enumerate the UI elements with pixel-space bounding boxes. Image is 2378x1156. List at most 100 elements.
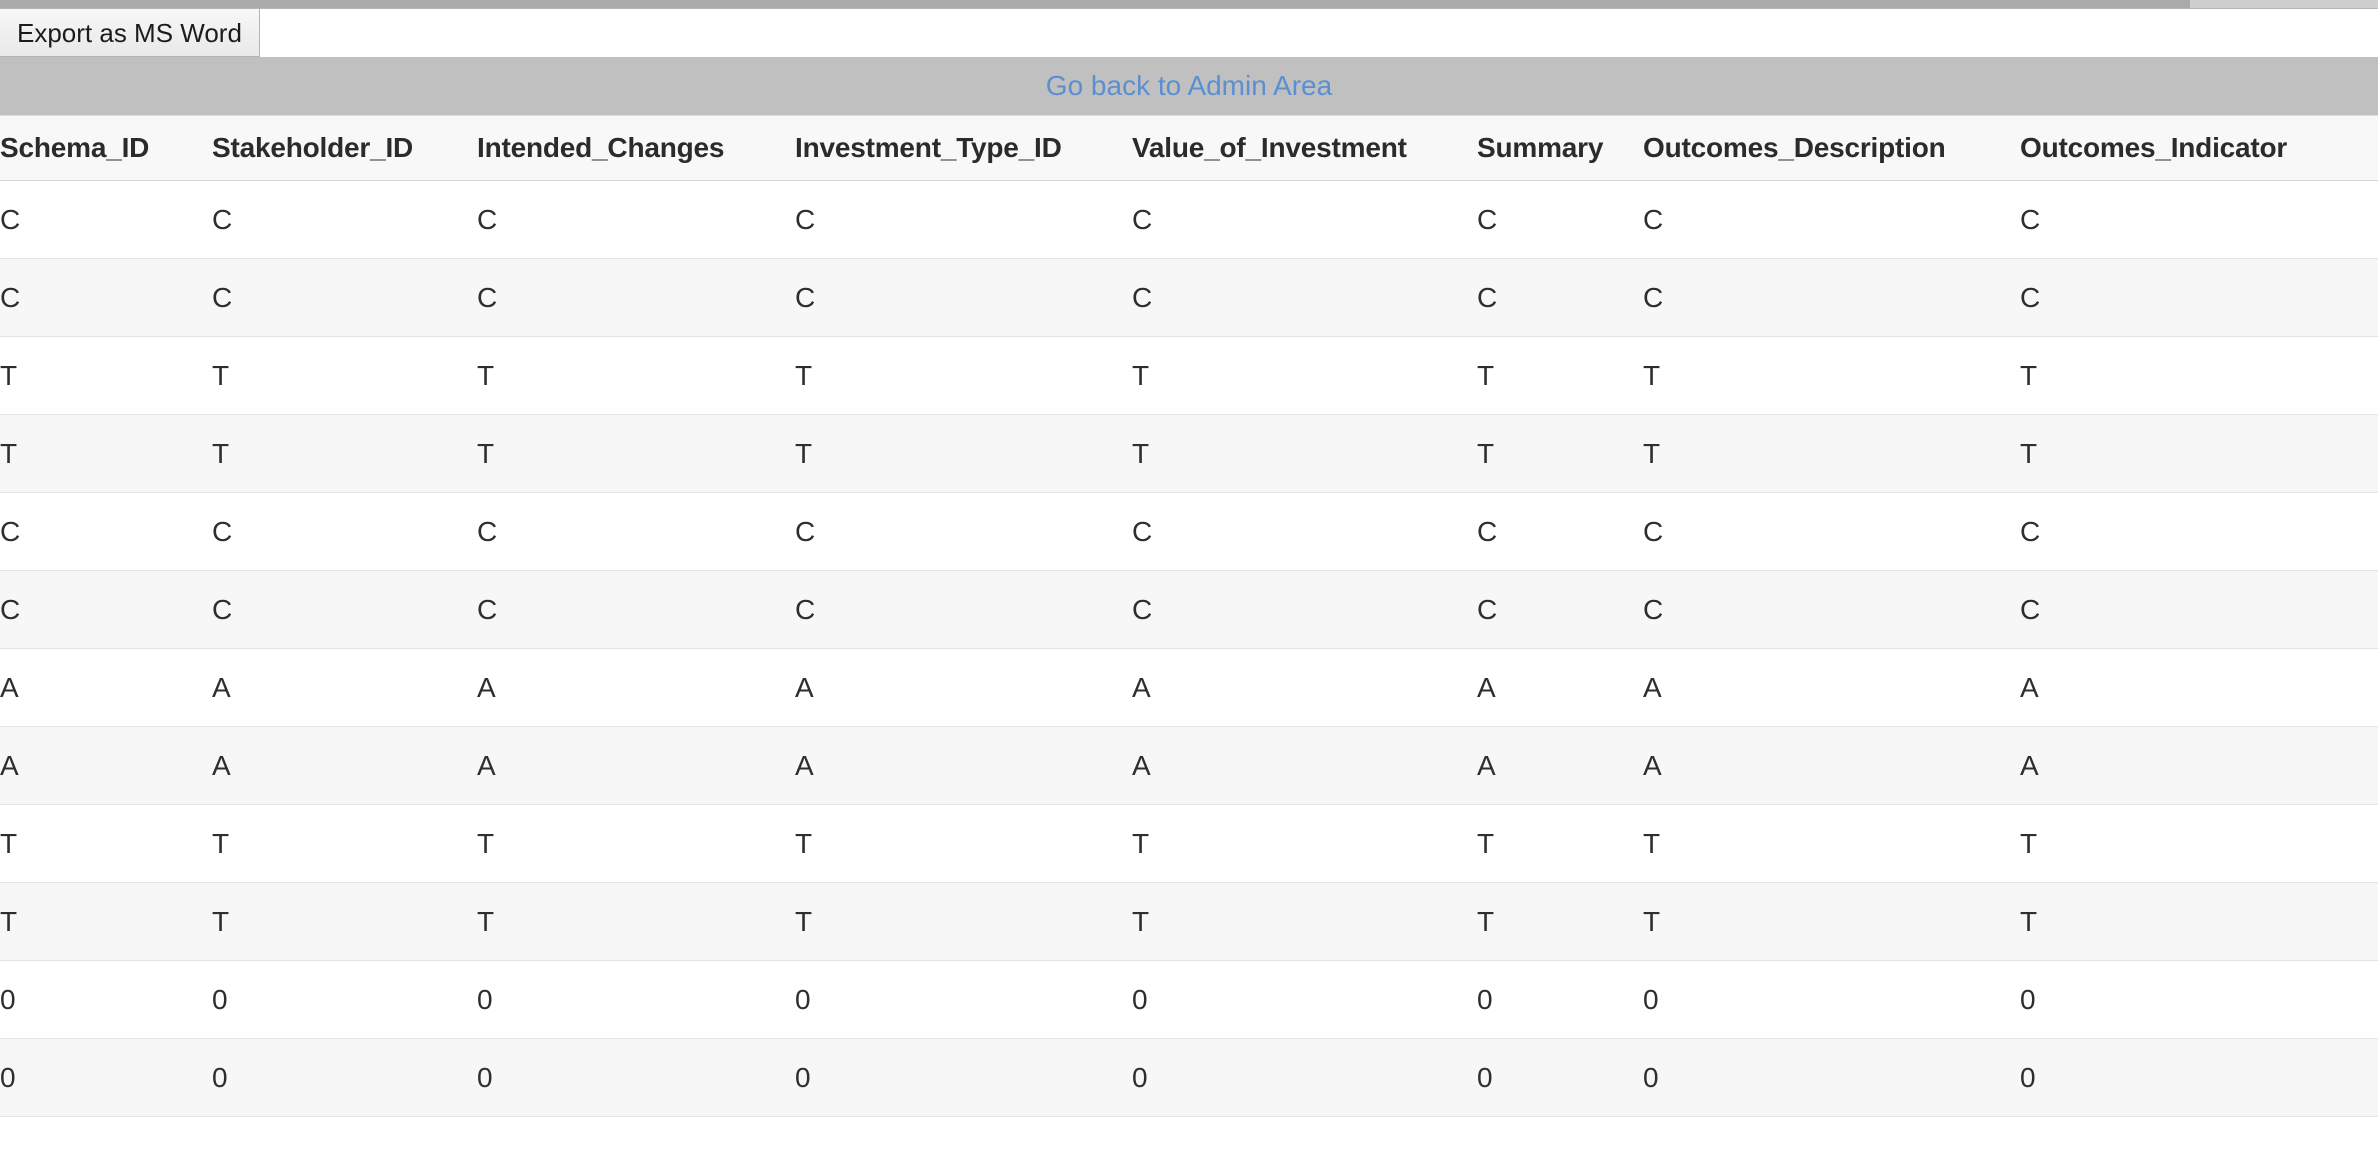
table-cell: T — [212, 437, 230, 469]
column-header-value-of-investment[interactable]: Value_of_Investment — [1132, 116, 1477, 181]
table-cell: A — [212, 749, 231, 781]
table-cell: T — [2020, 905, 2038, 937]
table-row[interactable]: AAAAAAAA — [0, 726, 2378, 805]
horizontal-scrollbar-thumb[interactable] — [0, 0, 2190, 8]
table-cell: A — [1132, 749, 1151, 781]
table-row[interactable]: AAAAAAAA — [0, 648, 2378, 727]
table-cell: C — [477, 515, 498, 547]
export-as-ms-word-button[interactable]: Export as MS Word — [0, 9, 260, 57]
table-row[interactable]: TTTTTTTT — [0, 336, 2378, 415]
table-cell: T — [1132, 905, 1150, 937]
column-header-investment-type-id[interactable]: Investment_Type_ID — [795, 116, 1132, 181]
table-cell: T — [1132, 827, 1150, 859]
table-cell: A — [2020, 749, 2039, 781]
table-cell: T — [1477, 359, 1495, 391]
table-cell: T — [477, 827, 495, 859]
table-cell: 0 — [1132, 983, 1148, 1015]
table-cell: C — [0, 281, 21, 313]
table-cell: A — [1477, 749, 1496, 781]
table-cell: T — [1643, 827, 1661, 859]
toolbar: Export as MS Word — [0, 9, 2378, 57]
table-row[interactable]: 0 0 0 0 0 0 0 0 — [0, 960, 2378, 1039]
table-cell: A — [477, 749, 496, 781]
table-cell: C — [1643, 515, 1664, 547]
table-cell: C — [1477, 203, 1498, 235]
table-cell: T — [212, 905, 230, 937]
table-row[interactable]: TTTTTTTT — [0, 882, 2378, 961]
table-cell: T — [1643, 905, 1661, 937]
table-cell: A — [1643, 671, 1662, 703]
table-cell: 0 — [212, 1061, 228, 1093]
table-cell: C — [795, 281, 816, 313]
table-cell: T — [212, 359, 230, 391]
table-cell: C — [477, 593, 498, 625]
table-cell: C — [1477, 281, 1498, 313]
table-cell: A — [795, 671, 814, 703]
table-cell: C — [212, 515, 233, 547]
table-cell: C — [1132, 593, 1153, 625]
table-cell: C — [795, 515, 816, 547]
table-cell: C — [2020, 281, 2041, 313]
table-cell: T — [2020, 827, 2038, 859]
table-row[interactable]: TTTTTTTT — [0, 804, 2378, 883]
column-header-outcomes-indicator[interactable]: Outcomes_Indicator — [2020, 116, 2378, 181]
table-cell: C — [0, 203, 21, 235]
table-cell: T — [477, 359, 495, 391]
column-header-stakeholder-id[interactable]: Stakeholder_ID — [212, 116, 477, 181]
table-cell: T — [0, 437, 18, 469]
table-cell: 0 — [2020, 983, 2036, 1015]
table-cell: C — [0, 593, 21, 625]
table-cell: C — [1132, 203, 1153, 235]
table-cell: 0 — [795, 1061, 811, 1093]
table-cell: C — [1643, 203, 1664, 235]
table-cell: C — [1477, 593, 1498, 625]
table-cell: T — [1477, 437, 1495, 469]
table-cell: T — [2020, 359, 2038, 391]
table-cell: T — [0, 827, 18, 859]
column-header-outcomes-description[interactable]: Outcomes_Description — [1643, 116, 2020, 181]
table-row[interactable]: CCCCCCCC — [0, 570, 2378, 649]
table-cell: T — [1477, 827, 1495, 859]
table-row[interactable]: 0 0 0 0 0 0 0 0 — [0, 1038, 2378, 1117]
table-cell: C — [2020, 515, 2041, 547]
table-cell: T — [0, 359, 18, 391]
table-row[interactable]: CCCCCCCC — [0, 492, 2378, 571]
go-back-to-admin-area-link[interactable]: Go back to Admin Area — [1046, 70, 1332, 102]
table-cell: C — [0, 515, 21, 547]
table-row[interactable]: CCCCCCCC — [0, 258, 2378, 337]
table-cell: C — [795, 203, 816, 235]
table-cell: T — [212, 827, 230, 859]
horizontal-scrollbar[interactable] — [0, 0, 2378, 9]
table-cell: C — [212, 593, 233, 625]
table-cell: T — [795, 827, 813, 859]
table-cell: 0 — [477, 983, 493, 1015]
column-header-schema-id[interactable]: Schema_ID — [0, 116, 212, 181]
table-cell: T — [795, 905, 813, 937]
table-cell: C — [1643, 281, 1664, 313]
table-cell: T — [1132, 437, 1150, 469]
table-cell: 0 — [2020, 1061, 2036, 1093]
table-cell: C — [1477, 515, 1498, 547]
table-cell: T — [795, 359, 813, 391]
table-cell: A — [0, 671, 19, 703]
table-cell: C — [1132, 515, 1153, 547]
table-cell: C — [1643, 593, 1664, 625]
table-cell: 0 — [212, 983, 228, 1015]
table-row[interactable]: TTTTTTTT — [0, 414, 2378, 493]
admin-bar: Go back to Admin Area — [0, 57, 2378, 115]
table-header: Schema_ID Stakeholder_ID Intended_Change… — [0, 115, 2378, 181]
table-cell: 0 — [1643, 1061, 1659, 1093]
table-cell: T — [1132, 359, 1150, 391]
table-row[interactable]: CCCCCCCC — [0, 180, 2378, 259]
table-cell: C — [1132, 281, 1153, 313]
table-cell: A — [1477, 671, 1496, 703]
column-header-intended-changes[interactable]: Intended_Changes — [477, 116, 795, 181]
table-cell: A — [795, 749, 814, 781]
table-cell: A — [1132, 671, 1151, 703]
table-cell: C — [2020, 203, 2041, 235]
table-cell: A — [212, 671, 231, 703]
table-cell: 0 — [1643, 983, 1659, 1015]
table-cell: C — [2020, 593, 2041, 625]
column-header-summary[interactable]: Summary — [1477, 116, 1643, 181]
table-cell: C — [477, 281, 498, 313]
